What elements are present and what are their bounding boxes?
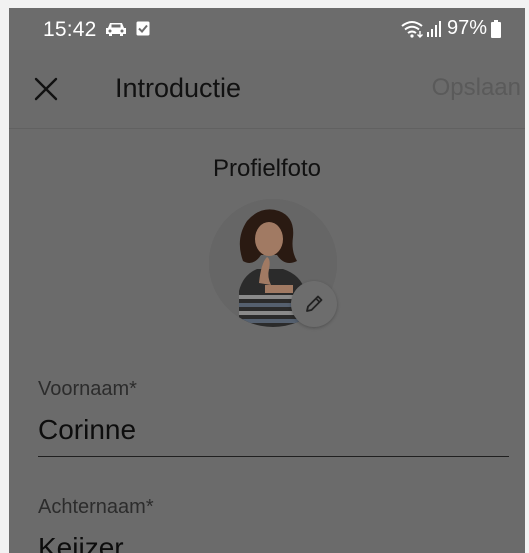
last-name-input[interactable]	[38, 532, 509, 553]
frame-left	[0, 0, 9, 553]
car-icon	[106, 23, 126, 36]
battery-percentage: 97%	[446, 17, 487, 39]
edit-photo-button[interactable]	[291, 281, 337, 327]
wifi-icon	[401, 20, 423, 38]
page-title: Introductie	[115, 73, 242, 103]
battery-icon	[491, 19, 501, 38]
signal-icon	[426, 20, 441, 37]
profile-photo-container	[209, 199, 337, 327]
first-name-underline	[38, 456, 509, 457]
first-name-input[interactable]	[38, 414, 509, 446]
profile-form: Profielfoto Voornaam* Corinne Achternaam…	[9, 129, 525, 553]
first-name-label: Voornaam*	[38, 378, 137, 400]
profile-photo-heading: Profielfoto	[212, 155, 322, 182]
pencil-icon	[306, 295, 323, 312]
status-time: 15:42	[43, 18, 97, 41]
checkbox-notification-icon	[136, 21, 150, 36]
close-icon	[34, 77, 58, 101]
status-bar: 15:42 97%	[9, 8, 525, 50]
last-name-label: Achternaam*	[38, 496, 154, 518]
app-bar: Introductie Opslaan	[9, 50, 525, 129]
close-button[interactable]	[31, 74, 61, 104]
screen: 15:42 97% Introductie Opslaan Profielfot…	[0, 0, 529, 553]
save-button[interactable]: Opslaan	[432, 74, 521, 102]
status-right-group: 97%	[400, 17, 501, 40]
frame-right	[525, 0, 529, 553]
frame-top	[0, 0, 529, 8]
